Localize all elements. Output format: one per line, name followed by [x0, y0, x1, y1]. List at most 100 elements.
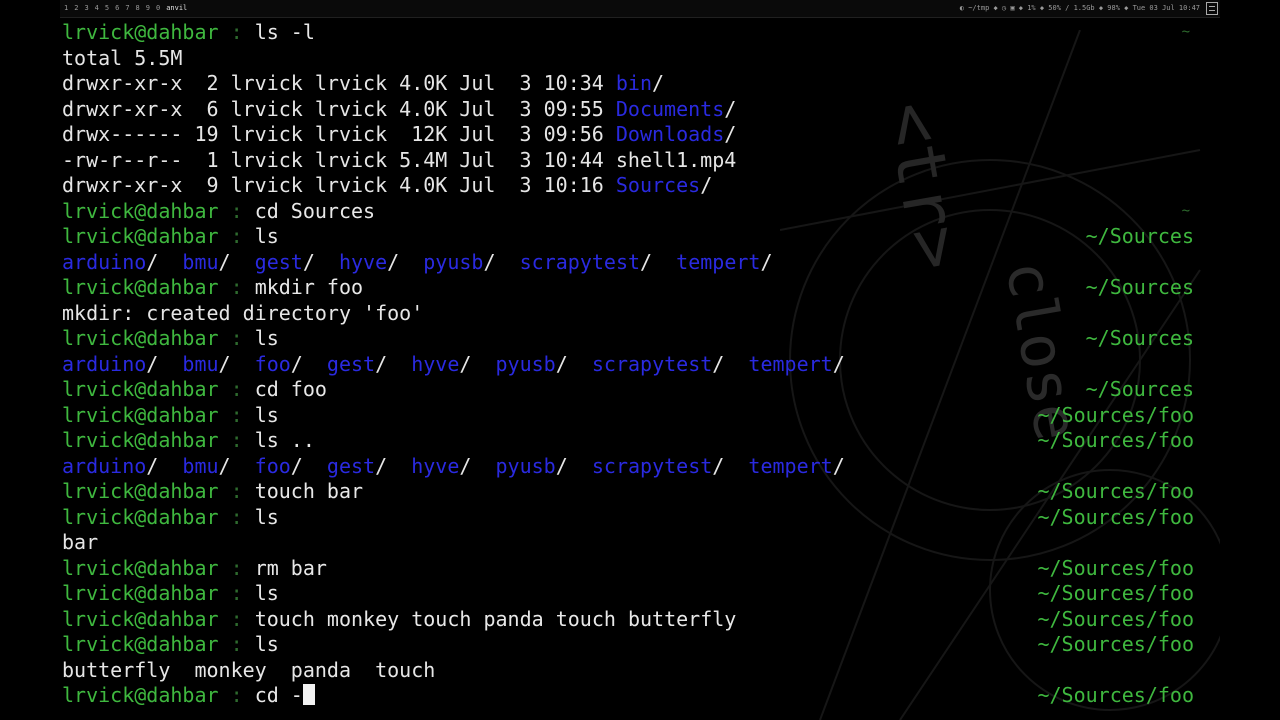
line-content: lrvick@dahbar : rm bar [62, 556, 327, 580]
prompt-user: lrvick@dahbar [62, 555, 219, 580]
line-content: mkdir: created directory 'foo' [62, 301, 423, 325]
prompt-user: lrvick@dahbar [62, 504, 219, 529]
prompt-user: lrvick@dahbar [62, 402, 219, 427]
directory-name: pyusb [423, 249, 484, 274]
line-content: lrvick@dahbar : ls [62, 632, 279, 656]
terminal-line: drwxr-xr-x 9 lrvick lrvick 4.0K Jul 3 10… [62, 173, 1198, 199]
output-text: total 5.5M [62, 45, 183, 70]
command-text: ls [254, 326, 279, 350]
workspace-1[interactable]: 1 [64, 4, 68, 12]
command-text: ls [254, 581, 279, 605]
prompt-separator: : [218, 224, 243, 248]
prompt-separator: : [218, 606, 243, 631]
prompt-separator: : [218, 198, 243, 223]
menu-icon[interactable] [1206, 2, 1218, 15]
workspace-anvil[interactable]: anvil [166, 4, 187, 12]
terminal-line: lrvick@dahbar : cd Sources ~ [62, 199, 1198, 225]
command-text: touch bar [254, 479, 364, 503]
terminal-line: lrvick@dahbar : ls ~/Sources/foo [62, 581, 1198, 607]
line-content: drwxr-xr-x 2 lrvick lrvick 4.0K Jul 3 10… [62, 71, 665, 95]
prompt-path: ~/Sources/foo [1037, 632, 1194, 656]
command-text: cd - [254, 683, 303, 707]
terminal-line: lrvick@dahbar : ls .. ~/Sources/foo [62, 428, 1198, 454]
terminal-line: bar [62, 530, 1198, 556]
terminal-line: lrvick@dahbar : ls ~/Sources/foo [62, 632, 1198, 658]
file-info: drwx------ 19 lrvick lrvick 12K Jul 3 09… [62, 122, 616, 146]
directory-name: scrapytest [591, 351, 713, 376]
directory-name: gest [254, 249, 303, 274]
directory-name: Documents [615, 96, 725, 121]
output-text: bar [62, 530, 99, 554]
line-content: lrvick@dahbar : cd - [62, 683, 315, 707]
terminal-line: lrvick@dahbar : touch monkey touch panda… [62, 607, 1198, 633]
workspace-2[interactable]: 2 [74, 4, 78, 12]
prompt-separator: : [218, 632, 243, 656]
line-content: total 5.5M [62, 46, 182, 70]
directory-name: bin [615, 71, 653, 95]
terminal-line: lrvick@dahbar : ls ~/Sources/foo [62, 505, 1198, 531]
prompt-path: ~/Sources [1085, 275, 1194, 299]
prompt-user: lrvick@dahbar [62, 606, 219, 631]
terminal-line: lrvick@dahbar : ls ~/Sources [62, 326, 1198, 352]
workspace-8[interactable]: 8 [136, 4, 140, 12]
prompt-user: lrvick@dahbar [62, 581, 219, 605]
terminal-line: drwxr-xr-x 2 lrvick lrvick 4.0K Jul 3 10… [62, 71, 1198, 97]
directory-name: hyve [411, 351, 460, 376]
line-content: -rw-r--r-- 1 lrvick lrvick 5.4M Jul 3 10… [62, 148, 736, 172]
line-content: drwxr-xr-x 9 lrvick lrvick 4.0K Jul 3 10… [62, 173, 713, 197]
prompt-user: lrvick@dahbar [62, 428, 219, 452]
directory-name: tempert [676, 249, 761, 274]
terminal-line: lrvick@dahbar : touch bar ~/Sources/foo [62, 479, 1198, 505]
line-content: lrvick@dahbar : ls .. [62, 428, 315, 452]
file-info: -rw-r--r-- 1 lrvick lrvick 5.4M Jul 3 10… [62, 147, 616, 172]
terminal-window[interactable]: lrvick@dahbar : ls -l ~ total 5.5M drwxr-xr… [62, 20, 1198, 720]
prompt-marker: ~ [1181, 202, 1190, 219]
prompt-separator: : [218, 275, 243, 299]
desktop-screen: 1 2 3 4 5 6 7 8 9 0 anvil ◐ ~/tmp ◆ ◷ ▣ ◆ 1% ◆ 50%… [0, 0, 1280, 720]
workspace-4[interactable]: 4 [95, 4, 99, 12]
output-text: butterfly monkey panda touch [62, 657, 436, 682]
directory-name: pyusb [495, 351, 556, 376]
command-text: ls [254, 504, 279, 529]
prompt-separator: : [218, 683, 243, 707]
prompt-separator: : [218, 504, 243, 529]
command-text: ls [254, 224, 279, 248]
prompt-separator: : [218, 555, 243, 580]
directory-name: arduino [62, 453, 147, 478]
command-text: ls -l [254, 20, 315, 44]
workspace-7[interactable]: 7 [125, 4, 129, 12]
prompt-user: lrvick@dahbar [62, 20, 219, 44]
prompt-path: ~/Sources/foo [1037, 606, 1194, 631]
directory-name: bmu [182, 453, 219, 478]
line-content: lrvick@dahbar : cd Sources [62, 199, 375, 223]
directory-name: gest [326, 351, 376, 376]
line-content: lrvick@dahbar : touch monkey touch panda… [62, 607, 736, 631]
line-content: lrvick@dahbar : ls [62, 581, 279, 605]
file-info: drwxr-xr-x 2 lrvick lrvick 4.0K Jul 3 10… [62, 71, 616, 95]
directory-name: hyve [338, 249, 388, 274]
workspace-6[interactable]: 6 [115, 4, 119, 12]
prompt-path: ~/Sources/foo [1037, 504, 1194, 529]
workspace-3[interactable]: 3 [84, 4, 88, 12]
prompt-user: lrvick@dahbar [62, 275, 219, 299]
directory-name: Sources [615, 173, 701, 197]
command-text: touch monkey touch panda touch butterfly [254, 606, 737, 631]
terminal-line: lrvick@dahbar : ls -l ~ [62, 20, 1198, 46]
directory-name: arduino [62, 249, 147, 274]
command-text: cd foo [254, 377, 327, 401]
prompt-separator: : [218, 402, 243, 427]
line-content: arduino/ bmu/ foo/ gest/ hyve/ pyusb/ sc… [62, 453, 845, 478]
workspace-9[interactable]: 9 [146, 4, 150, 12]
line-content: bar [62, 530, 98, 554]
workspace-5[interactable]: 5 [105, 4, 109, 12]
line-content: lrvick@dahbar : ls [62, 403, 279, 427]
line-content: lrvick@dahbar : ls -l [62, 20, 315, 44]
prompt-path: ~/Sources/foo [1037, 479, 1194, 503]
prompt-separator: : [218, 326, 243, 350]
file-info: drwxr-xr-x 9 lrvick lrvick 4.0K Jul 3 10… [62, 173, 616, 197]
prompt-marker: ~ [1181, 24, 1190, 40]
directory-name: pyusb [495, 453, 556, 478]
prompt-user: lrvick@dahbar [62, 632, 219, 656]
workspace-0[interactable]: 0 [156, 4, 160, 12]
directory-name: scrapytest [591, 453, 713, 478]
